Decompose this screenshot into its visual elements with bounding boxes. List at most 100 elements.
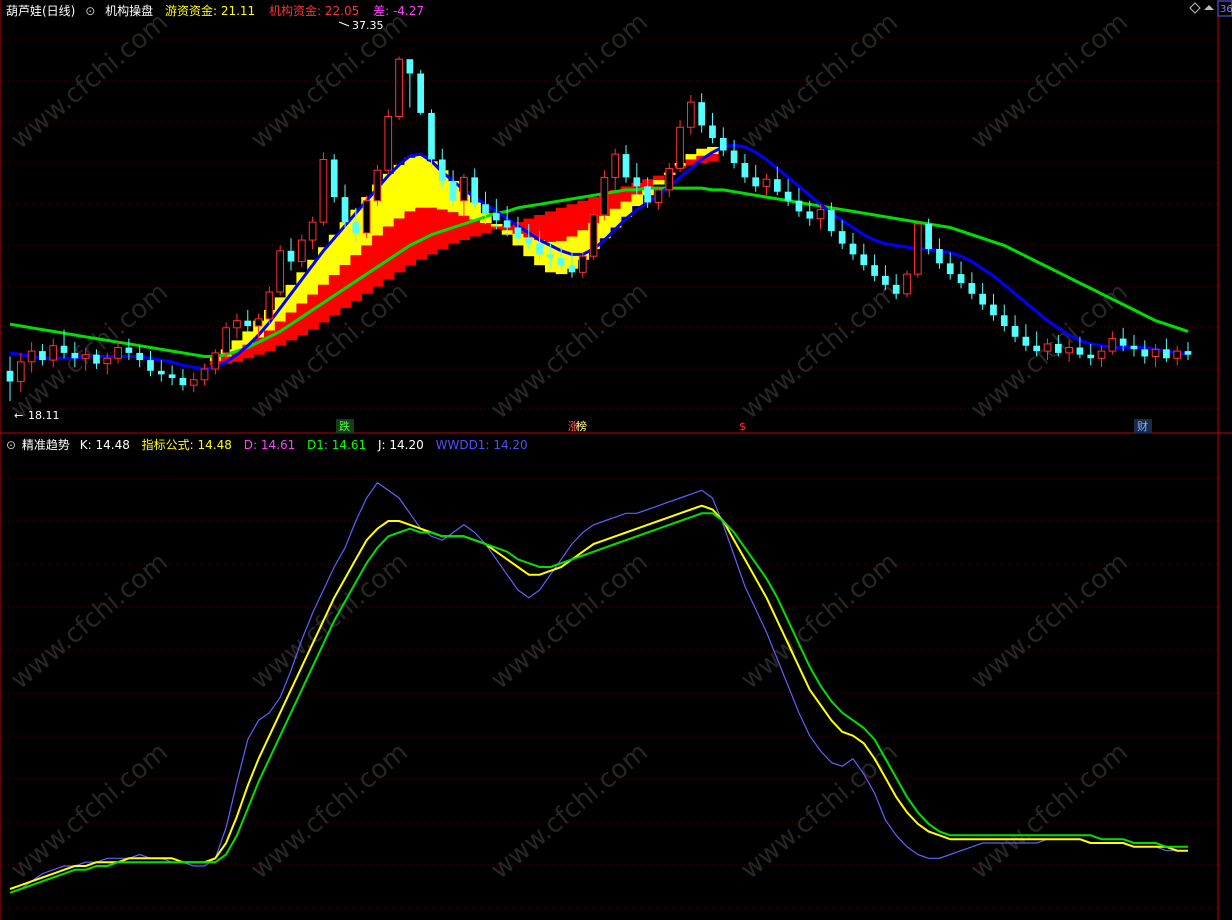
signal-wealth: 财 [1137,419,1148,433]
candle[interactable] [319,152,328,226]
candle-body [438,159,446,181]
candle[interactable] [417,69,425,115]
candle-body [125,347,133,353]
candle-body [1076,347,1084,355]
candle[interactable] [265,286,274,325]
high-price-label: 37.35 [352,19,384,32]
candle[interactable] [276,245,285,296]
candle[interactable] [654,186,663,210]
candle[interactable] [39,343,46,366]
candle[interactable] [1130,334,1138,357]
candle[interactable] [968,272,976,300]
candle[interactable] [578,252,587,278]
candle[interactable] [611,148,620,190]
candle[interactable] [871,254,878,282]
candle[interactable] [946,252,954,280]
candle-body [189,379,198,386]
candle[interactable] [762,173,771,196]
candle[interactable] [698,93,706,133]
candle[interactable] [395,56,403,121]
candle[interactable] [287,238,295,271]
candle[interactable] [189,372,198,393]
candle[interactable] [665,163,674,198]
candle[interactable] [741,154,749,183]
candle[interactable] [1000,304,1008,332]
candle[interactable] [600,170,609,221]
candle[interactable] [222,322,230,359]
candle[interactable] [957,261,965,289]
candle[interactable] [341,184,349,228]
candle[interactable] [428,109,435,167]
triangle-up-icon[interactable] [1204,5,1214,10]
candle[interactable] [1173,345,1182,366]
candle[interactable] [330,154,338,203]
candle[interactable] [589,209,598,260]
candle[interactable] [157,360,165,382]
watermark-text: www.cfchi.com [5,547,174,695]
candle[interactable] [979,283,987,310]
candle[interactable] [233,313,241,339]
window-controls[interactable] [1189,2,1214,14]
upper-header: 葫芦娃(日线) ⊙ 机构操盘 游资资金: 21.11 机构资金: 22.05 差… [6,2,430,19]
candle[interactable] [27,342,36,373]
candle-body [860,254,868,266]
candle-body [752,177,760,187]
candle[interactable] [406,59,414,108]
candle[interactable] [147,351,154,377]
candle-body [979,293,987,305]
candle[interactable] [297,234,306,267]
diamond-icon[interactable] [1189,2,1201,14]
k-label: K: [79,438,92,452]
candle[interactable] [136,345,144,368]
candle-body [1065,347,1073,354]
candle[interactable] [471,168,479,208]
candle-body [1108,338,1117,352]
candle-body [611,153,620,178]
candle[interactable] [795,188,803,217]
candle-body [352,222,360,233]
candle[interactable] [752,164,760,192]
candle[interactable] [1011,315,1019,343]
candle[interactable] [849,232,857,260]
candle[interactable] [913,220,922,278]
candle[interactable] [179,369,187,391]
candle-body [503,220,511,228]
candle[interactable] [384,109,393,174]
candle[interactable] [1163,338,1170,362]
candle[interactable] [449,170,457,207]
candle[interactable] [903,270,911,298]
candle[interactable] [308,216,317,250]
candle[interactable] [1141,340,1149,364]
candle[interactable] [1087,343,1095,366]
candle[interactable] [244,309,252,334]
candle[interactable] [860,243,868,271]
candle[interactable] [1022,324,1030,352]
candle[interactable] [168,365,176,386]
candle[interactable] [1097,345,1106,368]
watermark-text: www.cfchi.com [965,547,1134,695]
candle[interactable] [211,349,220,375]
oscillator-gear-icon[interactable]: ⊙ [6,438,16,452]
candle-body [903,273,911,295]
indicator-gear-icon[interactable]: ⊙ [85,4,95,18]
candle[interactable] [1184,342,1192,361]
candle[interactable] [990,293,997,321]
candle[interactable] [676,120,684,173]
chart-canvas[interactable]: www.cfchi.com www.cfchi.com www.cfchi.com w… [0,0,1232,920]
candle-body [114,347,122,359]
candle[interactable] [6,356,14,402]
candle[interactable] [709,112,716,144]
candle[interactable] [1108,331,1117,355]
candle[interactable] [622,145,630,183]
candle-body [600,176,609,216]
candle[interactable] [362,195,371,239]
candle-body [1163,349,1170,359]
candle[interactable] [200,363,209,386]
candle-body [428,112,435,160]
candle[interactable] [719,127,727,156]
candle[interactable] [373,164,382,207]
candle[interactable] [936,238,943,269]
candle-body [417,73,425,113]
candle[interactable] [687,95,695,135]
candle[interactable] [925,218,932,255]
